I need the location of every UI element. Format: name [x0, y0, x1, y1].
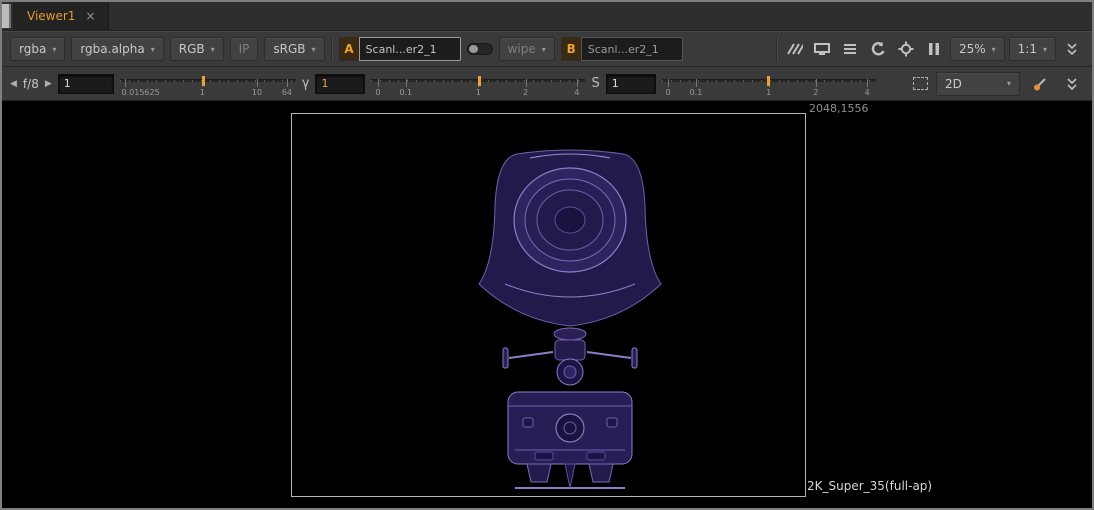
resolution-label: 2048,1556	[809, 102, 869, 115]
input-process-button[interactable]: IP	[230, 37, 259, 61]
tab-label: Viewer1	[27, 9, 75, 23]
view-controls-cluster: 2D ▾	[913, 72, 1084, 96]
collapse-chevrons-icon[interactable]	[1060, 72, 1084, 96]
channels-value: rgba	[19, 42, 46, 56]
refresh-icon[interactable]	[866, 37, 890, 61]
pause-icon[interactable]	[922, 37, 946, 61]
viewer-window: Viewer1 × rgba ▾ rgba.alpha ▾ RGB ▾ IP s…	[0, 0, 1094, 510]
saturation-label: S	[591, 76, 599, 91]
chevron-down-icon: ▾	[992, 45, 996, 54]
colorspace-value: sRGB	[273, 42, 305, 56]
viewer-colorspace-dropdown[interactable]: sRGB ▾	[264, 37, 324, 61]
wipe-mode-value: wipe	[508, 42, 536, 56]
pane-grip-icon[interactable]	[2, 4, 11, 28]
fstop-group: ◀ f/8 ▶	[10, 77, 52, 91]
tab-viewer1[interactable]: Viewer1 ×	[13, 2, 109, 30]
alpha-layer-dropdown[interactable]: rgba.alpha ▾	[71, 37, 163, 61]
channels-dropdown[interactable]: rgba ▾	[10, 37, 65, 61]
stack-lines-icon[interactable]	[838, 37, 862, 61]
slider-handle[interactable]	[202, 76, 205, 86]
wipe-mode-dropdown[interactable]: wipe ▾	[499, 37, 555, 61]
fstop-decrease-icon[interactable]: ◀	[10, 79, 17, 89]
fstop-label[interactable]: f/8	[23, 77, 39, 91]
a-badge: A	[339, 37, 359, 61]
view-mode-value: 2D	[945, 77, 962, 91]
toolbar-separator	[776, 37, 778, 61]
proxy-scale-dropdown[interactable]: 1:1 ▾	[1009, 37, 1056, 61]
b-source-dropdown[interactable]: Scanl...er2_1	[581, 37, 683, 61]
roi-target-icon[interactable]	[894, 37, 918, 61]
chevron-down-icon: ▾	[151, 45, 155, 54]
toolbar-separator	[331, 37, 333, 61]
zoom-level-value: 25%	[959, 42, 986, 56]
view-mode-dropdown[interactable]: 2D ▾	[936, 72, 1020, 96]
gain-input[interactable]	[58, 74, 114, 94]
fstop-increase-icon[interactable]: ▶	[45, 79, 52, 89]
chevron-down-icon: ▾	[52, 45, 56, 54]
proxy-scale-value: 1:1	[1018, 42, 1037, 56]
saturation-slider[interactable]: 0 0.1 1 2 4	[662, 71, 876, 97]
alpha-layer-value: rgba.alpha	[80, 42, 144, 56]
chevron-down-icon: ▾	[1007, 79, 1011, 88]
gamma-label: γ	[302, 76, 310, 91]
display-channels-dropdown[interactable]: RGB ▾	[170, 37, 224, 61]
slider-handle[interactable]	[478, 76, 481, 86]
rendered-image	[475, 144, 665, 499]
viewer-icon-cluster: 25% ▾ 1:1 ▾	[776, 37, 1084, 61]
b-badge: B	[561, 37, 581, 61]
gamma-slider[interactable]: 0 0.1 1 2 4	[371, 71, 585, 97]
saturation-input[interactable]	[606, 74, 656, 94]
slider-handle[interactable]	[767, 76, 770, 86]
a-input-group[interactable]: A Scanl...er2_1	[339, 37, 461, 61]
chevron-down-icon: ▾	[211, 45, 215, 54]
chevron-down-icon: ▾	[1043, 45, 1047, 54]
toggle-knob-icon	[469, 45, 478, 53]
b-input-group[interactable]: B Scanl...er2_1	[561, 37, 683, 61]
format-name-label: 2K_Super_35(full-ap)	[807, 479, 932, 493]
chevron-down-icon: ▾	[542, 45, 546, 54]
ab-toggle[interactable]	[467, 43, 493, 55]
tab-close-icon[interactable]: ×	[85, 9, 95, 23]
gain-slider[interactable]: 0.015625 1 10 64	[120, 71, 296, 97]
gamma-input[interactable]	[315, 74, 365, 94]
chevron-down-icon: ▾	[312, 45, 316, 54]
monitor-output-icon[interactable]	[810, 37, 834, 61]
viewer-viewport[interactable]: 2048,1556 2K_Super_35(full-ap)	[2, 101, 1092, 508]
slider-track	[120, 79, 296, 82]
roi-dashed-icon[interactable]	[913, 77, 928, 90]
input-process-label: IP	[239, 42, 250, 56]
viewer-toolbar-top: rgba ▾ rgba.alpha ▾ RGB ▾ IP sRGB ▾ A Sc…	[2, 31, 1092, 67]
proxy-stripes-icon[interactable]	[782, 37, 806, 61]
tab-bar: Viewer1 ×	[2, 2, 1092, 31]
display-channels-value: RGB	[179, 42, 205, 56]
color-picker-icon[interactable]	[1028, 72, 1052, 96]
zoom-level-dropdown[interactable]: 25% ▾	[950, 37, 1005, 61]
viewer-toolbar-bottom: ◀ f/8 ▶ 0.015625 1 10 64 γ 0 0.1 1 2 4	[2, 67, 1092, 101]
collapse-chevrons-icon[interactable]	[1060, 37, 1084, 61]
a-source-dropdown[interactable]: Scanl...er2_1	[359, 37, 461, 61]
